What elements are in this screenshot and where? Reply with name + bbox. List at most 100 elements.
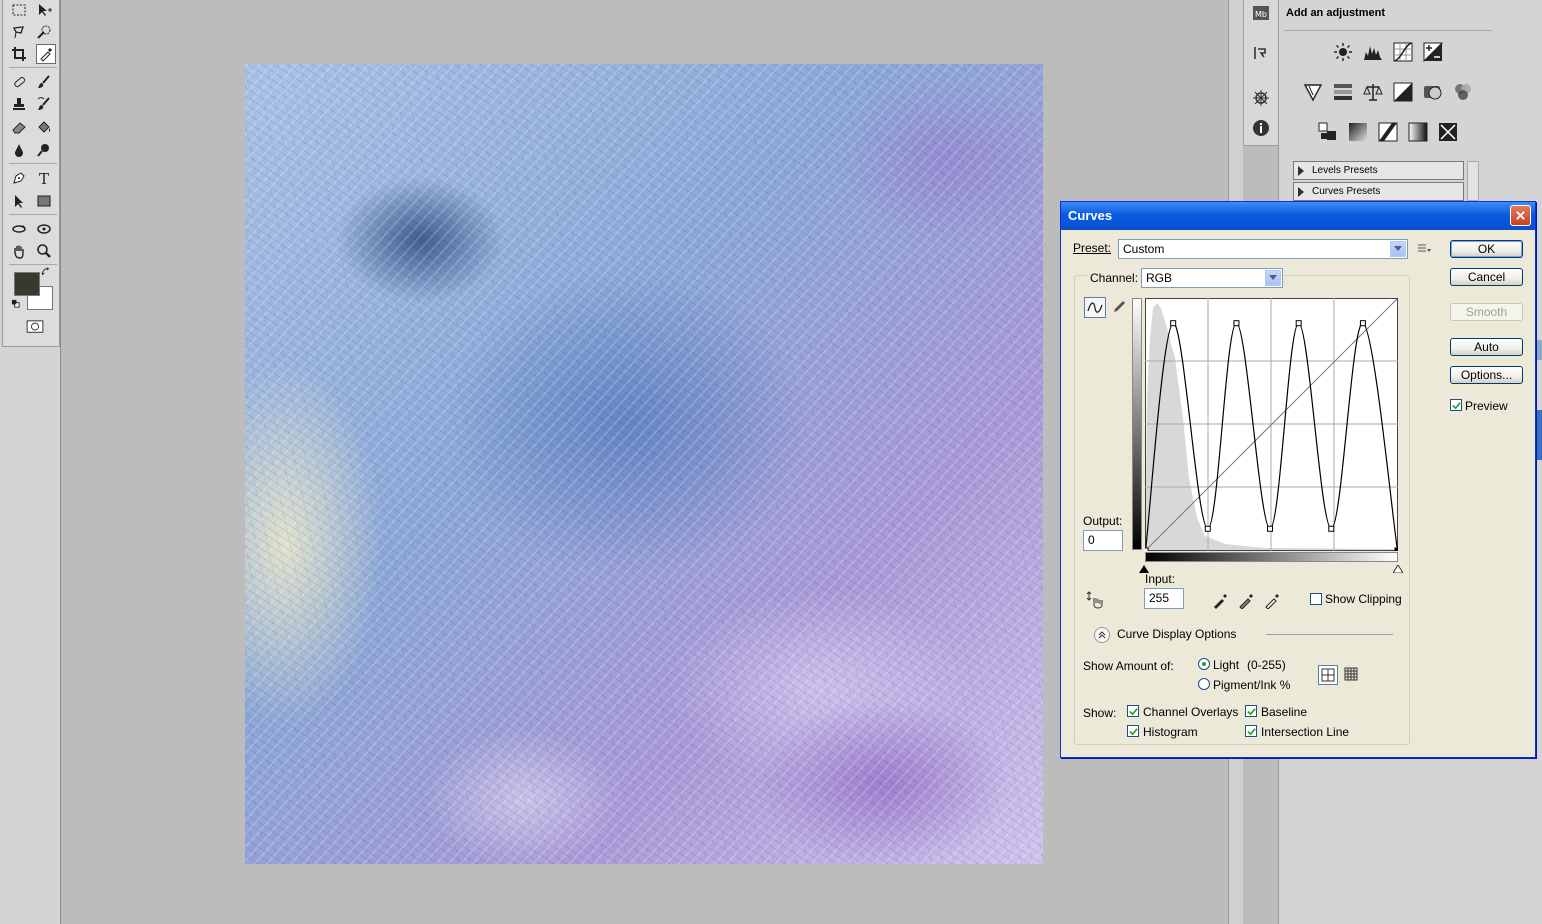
dodge-tool-icon[interactable]: [34, 140, 54, 160]
curve-control-point[interactable]: [1145, 547, 1149, 551]
cancel-button[interactable]: Cancel: [1450, 268, 1523, 286]
curve-control-point[interactable]: [1295, 320, 1302, 327]
light-range-label: (0-255): [1247, 658, 1286, 672]
brightness-contrast-icon[interactable]: [1332, 41, 1353, 62]
path-selection-tool-icon[interactable]: [9, 191, 29, 211]
preset-select[interactable]: Custom: [1118, 239, 1408, 259]
on-image-adjust-icon[interactable]: [1086, 591, 1104, 609]
presets-scrollbar[interactable]: [1467, 161, 1479, 201]
curve-control-point[interactable]: [1204, 525, 1211, 532]
channel-value: RGB: [1146, 271, 1173, 285]
posterize-icon[interactable]: [1347, 121, 1368, 142]
tools-panel: T: [0, 0, 61, 924]
paint-bucket-tool-icon[interactable]: [34, 117, 54, 137]
clone-stamp-tool-icon[interactable]: [9, 94, 29, 114]
simple-grid-icon[interactable]: [1318, 665, 1338, 685]
vibrance-icon[interactable]: [1302, 81, 1323, 102]
curve-control-point[interactable]: [1328, 525, 1335, 532]
expand-triangle-icon: [1298, 165, 1304, 176]
swap-colors-icon[interactable]: [40, 266, 52, 278]
adjustment-row-1: [1332, 41, 1443, 62]
baseline-checkbox[interactable]: [1245, 705, 1257, 717]
preset-label: Preset:: [1073, 241, 1111, 255]
histogram-checkbox[interactable]: [1127, 725, 1139, 737]
selective-color-icon[interactable]: [1437, 121, 1458, 142]
zoom-tool-icon[interactable]: [34, 241, 54, 261]
preset-options-icon[interactable]: [1416, 241, 1432, 257]
pen-tool-icon[interactable]: [9, 168, 29, 188]
preview-checkbox[interactable]: [1450, 399, 1462, 411]
quick-selection-tool-icon[interactable]: [34, 22, 54, 42]
exposure-icon[interactable]: [1422, 41, 1443, 62]
show-clipping-checkbox[interactable]: [1310, 593, 1322, 605]
navigator-icon[interactable]: [1252, 89, 1270, 107]
gradient-map-icon[interactable]: [1407, 121, 1428, 142]
curve-control-point[interactable]: [1267, 525, 1274, 532]
intersection-line-label: Intersection Line: [1261, 725, 1350, 739]
ok-button[interactable]: OK: [1450, 240, 1523, 258]
tools-separator: [9, 67, 57, 68]
hue-saturation-icon[interactable]: [1332, 81, 1353, 102]
levels-icon[interactable]: [1362, 41, 1383, 62]
curve-control-point[interactable]: [1394, 547, 1398, 551]
quick-mask-icon[interactable]: [25, 319, 45, 335]
smooth-button[interactable]: Smooth: [1450, 303, 1523, 321]
pencil-draw-icon[interactable]: [1111, 299, 1129, 317]
channel-select[interactable]: RGB: [1141, 268, 1283, 288]
history-brush-tool-icon[interactable]: [34, 94, 54, 114]
input-field[interactable]: 255: [1144, 588, 1184, 609]
collapse-chevron-icon[interactable]: [1094, 627, 1110, 643]
type-tool-icon[interactable]: T: [34, 168, 54, 188]
detailed-grid-icon[interactable]: [1342, 665, 1362, 685]
mini-bridge-icon[interactable]: Mb: [1252, 4, 1270, 22]
curves-icon[interactable]: [1392, 41, 1413, 62]
eraser-tool-icon[interactable]: [9, 117, 29, 137]
auto-button[interactable]: Auto: [1450, 338, 1523, 356]
invert-icon[interactable]: [1317, 121, 1338, 142]
3d-rotate-tool-icon[interactable]: [9, 219, 29, 239]
lasso-tool-icon[interactable]: [9, 22, 29, 42]
color-balance-icon[interactable]: [1362, 81, 1383, 102]
preview-label: Preview: [1465, 399, 1508, 413]
brush-tool-icon[interactable]: [34, 72, 54, 92]
channel-overlays-checkbox[interactable]: [1127, 705, 1139, 717]
output-field[interactable]: 0: [1083, 530, 1123, 551]
tools-separator: [9, 214, 57, 215]
curve-control-point[interactable]: [1233, 320, 1240, 327]
white-point-slider[interactable]: [1392, 562, 1404, 576]
crop-tool-icon[interactable]: [9, 44, 29, 64]
adjustment-row-3: [1317, 121, 1458, 142]
move-tool-icon[interactable]: [34, 0, 54, 20]
marquee-tool-icon[interactable]: [9, 0, 29, 20]
close-button[interactable]: [1510, 205, 1531, 226]
gray-eyedropper-icon[interactable]: [1237, 591, 1255, 610]
black-white-icon[interactable]: [1392, 81, 1413, 102]
history-icon[interactable]: [1252, 44, 1270, 62]
curve-control-point[interactable]: [1359, 320, 1366, 327]
options-button[interactable]: Options...: [1450, 366, 1523, 384]
3d-orbit-tool-icon[interactable]: [34, 219, 54, 239]
intersection-line-checkbox[interactable]: [1245, 725, 1257, 737]
photo-filter-icon[interactable]: [1422, 81, 1443, 102]
rectangle-tool-icon[interactable]: [34, 191, 54, 211]
light-radio[interactable]: [1198, 658, 1210, 670]
curve-control-point[interactable]: [1170, 320, 1177, 327]
dialog-titlebar[interactable]: Curves: [1061, 202, 1535, 230]
threshold-icon[interactable]: [1377, 121, 1398, 142]
hand-tool-icon[interactable]: [9, 241, 29, 261]
preset-item-curves[interactable]: Curves Presets: [1293, 182, 1464, 201]
curve-point-tool-icon[interactable]: [1084, 297, 1106, 318]
white-eyedropper-icon[interactable]: [1263, 591, 1281, 610]
pigment-radio[interactable]: [1198, 678, 1210, 690]
channel-mixer-icon[interactable]: [1452, 81, 1473, 102]
info-icon[interactable]: [1252, 119, 1270, 137]
foreground-color-swatch[interactable]: [14, 272, 40, 296]
curve-graph[interactable]: [1145, 298, 1398, 551]
spot-healing-tool-icon[interactable]: [9, 72, 29, 92]
default-colors-icon[interactable]: [10, 298, 20, 308]
preset-item-levels[interactable]: Levels Presets: [1293, 161, 1464, 180]
eyedropper-tool-icon[interactable]: [36, 44, 56, 64]
black-eyedropper-icon[interactable]: [1211, 591, 1229, 609]
blur-tool-icon[interactable]: [9, 140, 29, 160]
document-canvas[interactable]: [245, 64, 1043, 864]
